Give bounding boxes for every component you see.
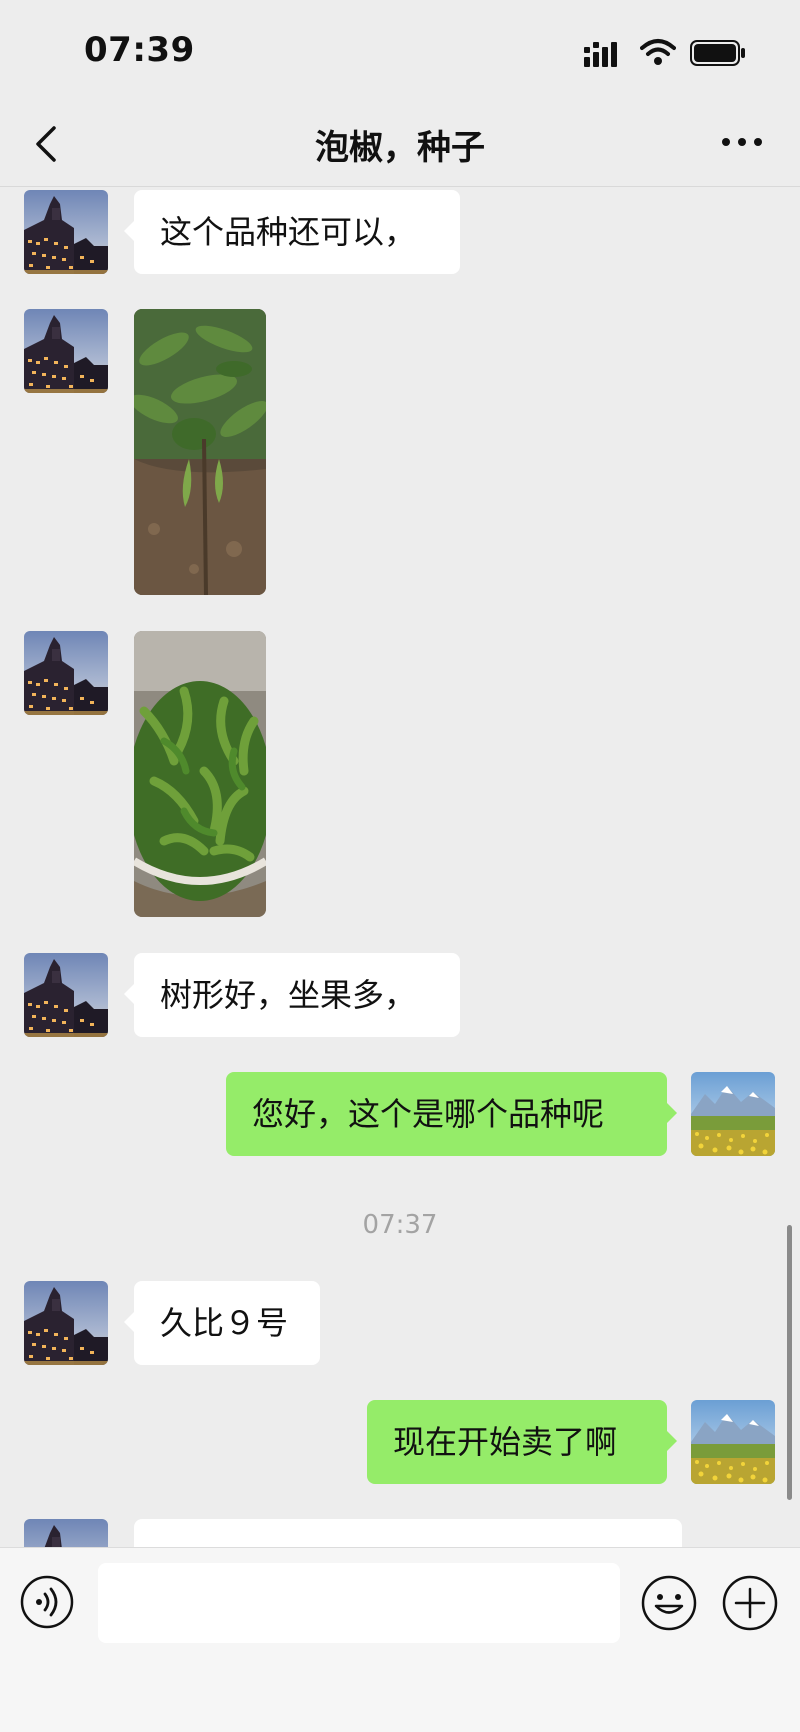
cellular-signal-icon: [584, 42, 617, 67]
incoming-message-bubble-partial[interactable]: [134, 1519, 682, 1547]
outgoing-message-bubble[interactable]: 现在开始卖了啊: [367, 1400, 677, 1484]
my-avatar[interactable]: [691, 1072, 775, 1156]
incoming-message-bubble[interactable]: 这个品种还可以，: [124, 190, 460, 274]
pepper-plant-photo[interactable]: [134, 309, 266, 595]
emoji-icon[interactable]: [641, 1575, 697, 1631]
wifi-icon: [640, 39, 676, 65]
outgoing-message-bubble[interactable]: 您好，这个是哪个品种呢: [226, 1072, 677, 1156]
contact-avatar[interactable]: [24, 953, 108, 1037]
voice-input-icon[interactable]: [20, 1575, 74, 1629]
status-time: 07:39: [84, 30, 195, 70]
contact-avatar[interactable]: [24, 1519, 108, 1547]
incoming-message-bubble[interactable]: 树形好，坐果多，: [124, 953, 460, 1037]
harvested-peppers-photo[interactable]: [134, 631, 266, 917]
add-attachment-icon[interactable]: [722, 1575, 778, 1631]
battery-icon: [690, 40, 745, 66]
contact-avatar[interactable]: [24, 631, 108, 715]
contact-avatar[interactable]: [24, 1281, 108, 1365]
message-input-bar: [0, 1547, 800, 1732]
more-options-icon[interactable]: [720, 130, 764, 154]
contact-avatar[interactable]: [24, 190, 108, 274]
message-list[interactable]: 这个品种还可以， 树形好，坐果多， 您好，这个是哪个品种呢 07:37 久比９号…: [0, 187, 800, 1547]
chat-title: 泡椒，种子: [315, 128, 485, 168]
message-timestamp: 07:37: [362, 1210, 438, 1240]
contact-avatar[interactable]: [24, 309, 108, 393]
status-bar: 07:39: [0, 0, 800, 100]
chat-scrollbar[interactable]: [787, 1225, 792, 1500]
incoming-message-bubble[interactable]: 久比９号: [124, 1281, 320, 1365]
message-text-input[interactable]: [98, 1563, 620, 1643]
my-avatar[interactable]: [691, 1400, 775, 1484]
chat-header: 泡椒，种子: [0, 100, 800, 187]
